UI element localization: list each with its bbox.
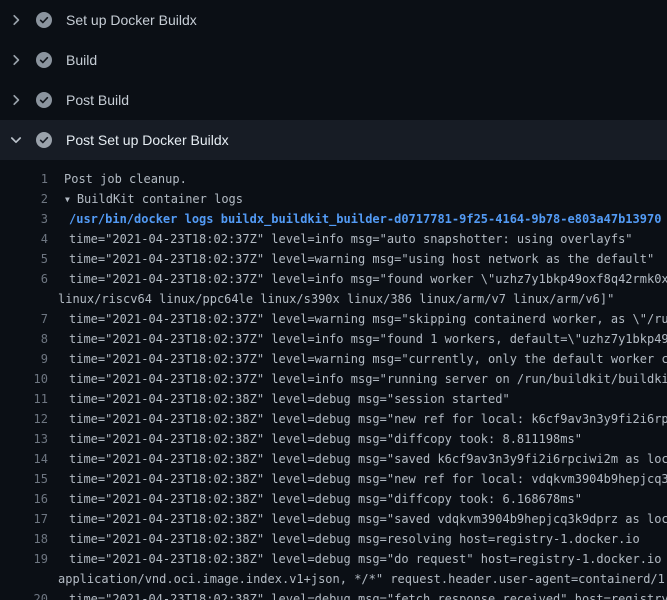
step-header-set-up-docker-buildx[interactable]: Set up Docker Buildx (0, 0, 667, 40)
log-line: 18 time="2021-04-23T18:02:38Z" level=debu… (0, 529, 667, 549)
log-line: 20 time="2021-04-23T18:02:38Z" level=debu… (0, 589, 667, 600)
log-text: time="2021-04-23T18:02:37Z" level=info m… (69, 329, 667, 349)
chevron-right-icon (8, 52, 24, 68)
chevron-down-icon (8, 132, 24, 148)
line-number[interactable]: 8 (0, 329, 48, 349)
step-header-post-build[interactable]: Post Build (0, 80, 667, 120)
line-number[interactable]: 14 (0, 449, 48, 469)
log-text: time="2021-04-23T18:02:37Z" level=info m… (69, 269, 667, 289)
log-text: time="2021-04-23T18:02:37Z" level=info m… (69, 229, 633, 249)
line-number[interactable]: 18 (0, 529, 48, 549)
log-text: time="2021-04-23T18:02:37Z" level=warnin… (69, 309, 667, 329)
line-number[interactable]: 7 (0, 309, 48, 329)
log-text: linux/riscv64 linux/ppc64le linux/s390x … (58, 289, 614, 309)
log-line: 4 time="2021-04-23T18:02:37Z" level=info … (0, 229, 667, 249)
step-title: Post Build (66, 92, 129, 108)
log-text: Post job cleanup. (64, 169, 187, 189)
step-header-post-set-up-docker-buildx[interactable]: Post Set up Docker Buildx (0, 120, 667, 160)
workflow-log-panel: Set up Docker Buildx Build Post Build (0, 0, 667, 600)
log-line: 2 ▼ BuildKit container logs (0, 189, 667, 209)
line-number[interactable]: 15 (0, 469, 48, 489)
line-number[interactable]: 12 (0, 409, 48, 429)
log-text: time="2021-04-23T18:02:38Z" level=debug … (69, 429, 582, 449)
log-line: 15 time="2021-04-23T18:02:38Z" level=debu… (0, 469, 667, 489)
log-line: 10 time="2021-04-23T18:02:37Z" level=info… (0, 369, 667, 389)
log-text: application/vnd.oci.image.index.v1+json,… (58, 569, 667, 589)
log-text: time="2021-04-23T18:02:37Z" level=warnin… (69, 349, 667, 369)
log-viewer: 1 Post job cleanup. 2 ▼ BuildKit container … (0, 160, 667, 600)
group-title: BuildKit container logs (77, 192, 243, 206)
log-text: time="2021-04-23T18:02:38Z" level=debug … (69, 449, 667, 469)
line-number[interactable]: 1 (0, 169, 48, 189)
log-line: 9 time="2021-04-23T18:02:37Z" level=warni… (0, 349, 667, 369)
chevron-right-icon (8, 12, 24, 28)
line-number[interactable]: 9 (0, 349, 48, 369)
check-circle-icon (36, 52, 52, 68)
group-collapse-icon[interactable]: ▼ (65, 190, 70, 209)
log-line: 1 Post job cleanup. (0, 169, 667, 189)
line-number[interactable]: 13 (0, 429, 48, 449)
log-line: 5 time="2021-04-23T18:02:37Z" level=warni… (0, 249, 667, 269)
check-circle-icon (36, 92, 52, 108)
log-text: time="2021-04-23T18:02:37Z" level=warnin… (69, 249, 654, 269)
step-header-build[interactable]: Build (0, 40, 667, 80)
chevron-right-icon (8, 92, 24, 108)
line-number[interactable]: 3 (0, 209, 48, 229)
log-line: 13 time="2021-04-23T18:02:38Z" level=debu… (0, 429, 667, 449)
log-text: time="2021-04-23T18:02:38Z" level=debug … (69, 529, 640, 549)
line-number[interactable]: 17 (0, 509, 48, 529)
line-number[interactable]: 4 (0, 229, 48, 249)
line-number (0, 289, 48, 309)
log-line: 7 time="2021-04-23T18:02:37Z" level=warni… (0, 309, 667, 329)
step-title: Set up Docker Buildx (66, 12, 197, 28)
line-number[interactable]: 16 (0, 489, 48, 509)
step-title: Build (66, 52, 97, 68)
log-line-continuation: linux/riscv64 linux/ppc64le linux/s390x … (0, 289, 667, 309)
line-number (0, 569, 48, 589)
log-line-continuation: application/vnd.oci.image.index.v1+json,… (0, 569, 667, 589)
line-number[interactable]: 11 (0, 389, 48, 409)
log-line: 3/usr/bin/docker logs buildx_buildkit_bu… (0, 209, 667, 229)
check-circle-icon (36, 12, 52, 28)
check-circle-icon (36, 132, 52, 148)
line-number[interactable]: 10 (0, 369, 48, 389)
line-number[interactable]: 19 (0, 549, 48, 569)
log-line: 12 time="2021-04-23T18:02:38Z" level=debu… (0, 409, 667, 429)
log-command-text: /usr/bin/docker logs buildx_buildkit_bui… (69, 209, 661, 229)
line-number[interactable]: 6 (0, 269, 48, 289)
log-text: time="2021-04-23T18:02:37Z" level=info m… (69, 369, 667, 389)
log-line: 14 time="2021-04-23T18:02:38Z" level=debu… (0, 449, 667, 469)
line-number[interactable]: 5 (0, 249, 48, 269)
steps-list: Set up Docker Buildx Build Post Build (0, 0, 667, 160)
log-text: time="2021-04-23T18:02:38Z" level=debug … (69, 509, 667, 529)
log-text: time="2021-04-23T18:02:38Z" level=debug … (69, 469, 667, 489)
log-line: 19 time="2021-04-23T18:02:38Z" level=debu… (0, 549, 667, 569)
log-group-line: ▼ BuildKit container logs (65, 189, 243, 209)
step-title: Post Set up Docker Buildx (66, 132, 229, 148)
log-text: time="2021-04-23T18:02:38Z" level=debug … (69, 389, 510, 409)
log-line: 11 time="2021-04-23T18:02:38Z" level=debu… (0, 389, 667, 409)
log-text: time="2021-04-23T18:02:38Z" level=debug … (69, 589, 667, 600)
line-number[interactable]: 2 (0, 189, 48, 209)
log-line: 16 time="2021-04-23T18:02:38Z" level=debu… (0, 489, 667, 509)
line-number[interactable]: 20 (0, 589, 48, 600)
log-text: time="2021-04-23T18:02:38Z" level=debug … (69, 409, 667, 429)
log-text: time="2021-04-23T18:02:38Z" level=debug … (69, 549, 667, 569)
log-text: time="2021-04-23T18:02:38Z" level=debug … (69, 489, 582, 509)
log-line: 17 time="2021-04-23T18:02:38Z" level=debu… (0, 509, 667, 529)
log-line: 6 time="2021-04-23T18:02:37Z" level=info … (0, 269, 667, 289)
log-line: 8 time="2021-04-23T18:02:37Z" level=info … (0, 329, 667, 349)
